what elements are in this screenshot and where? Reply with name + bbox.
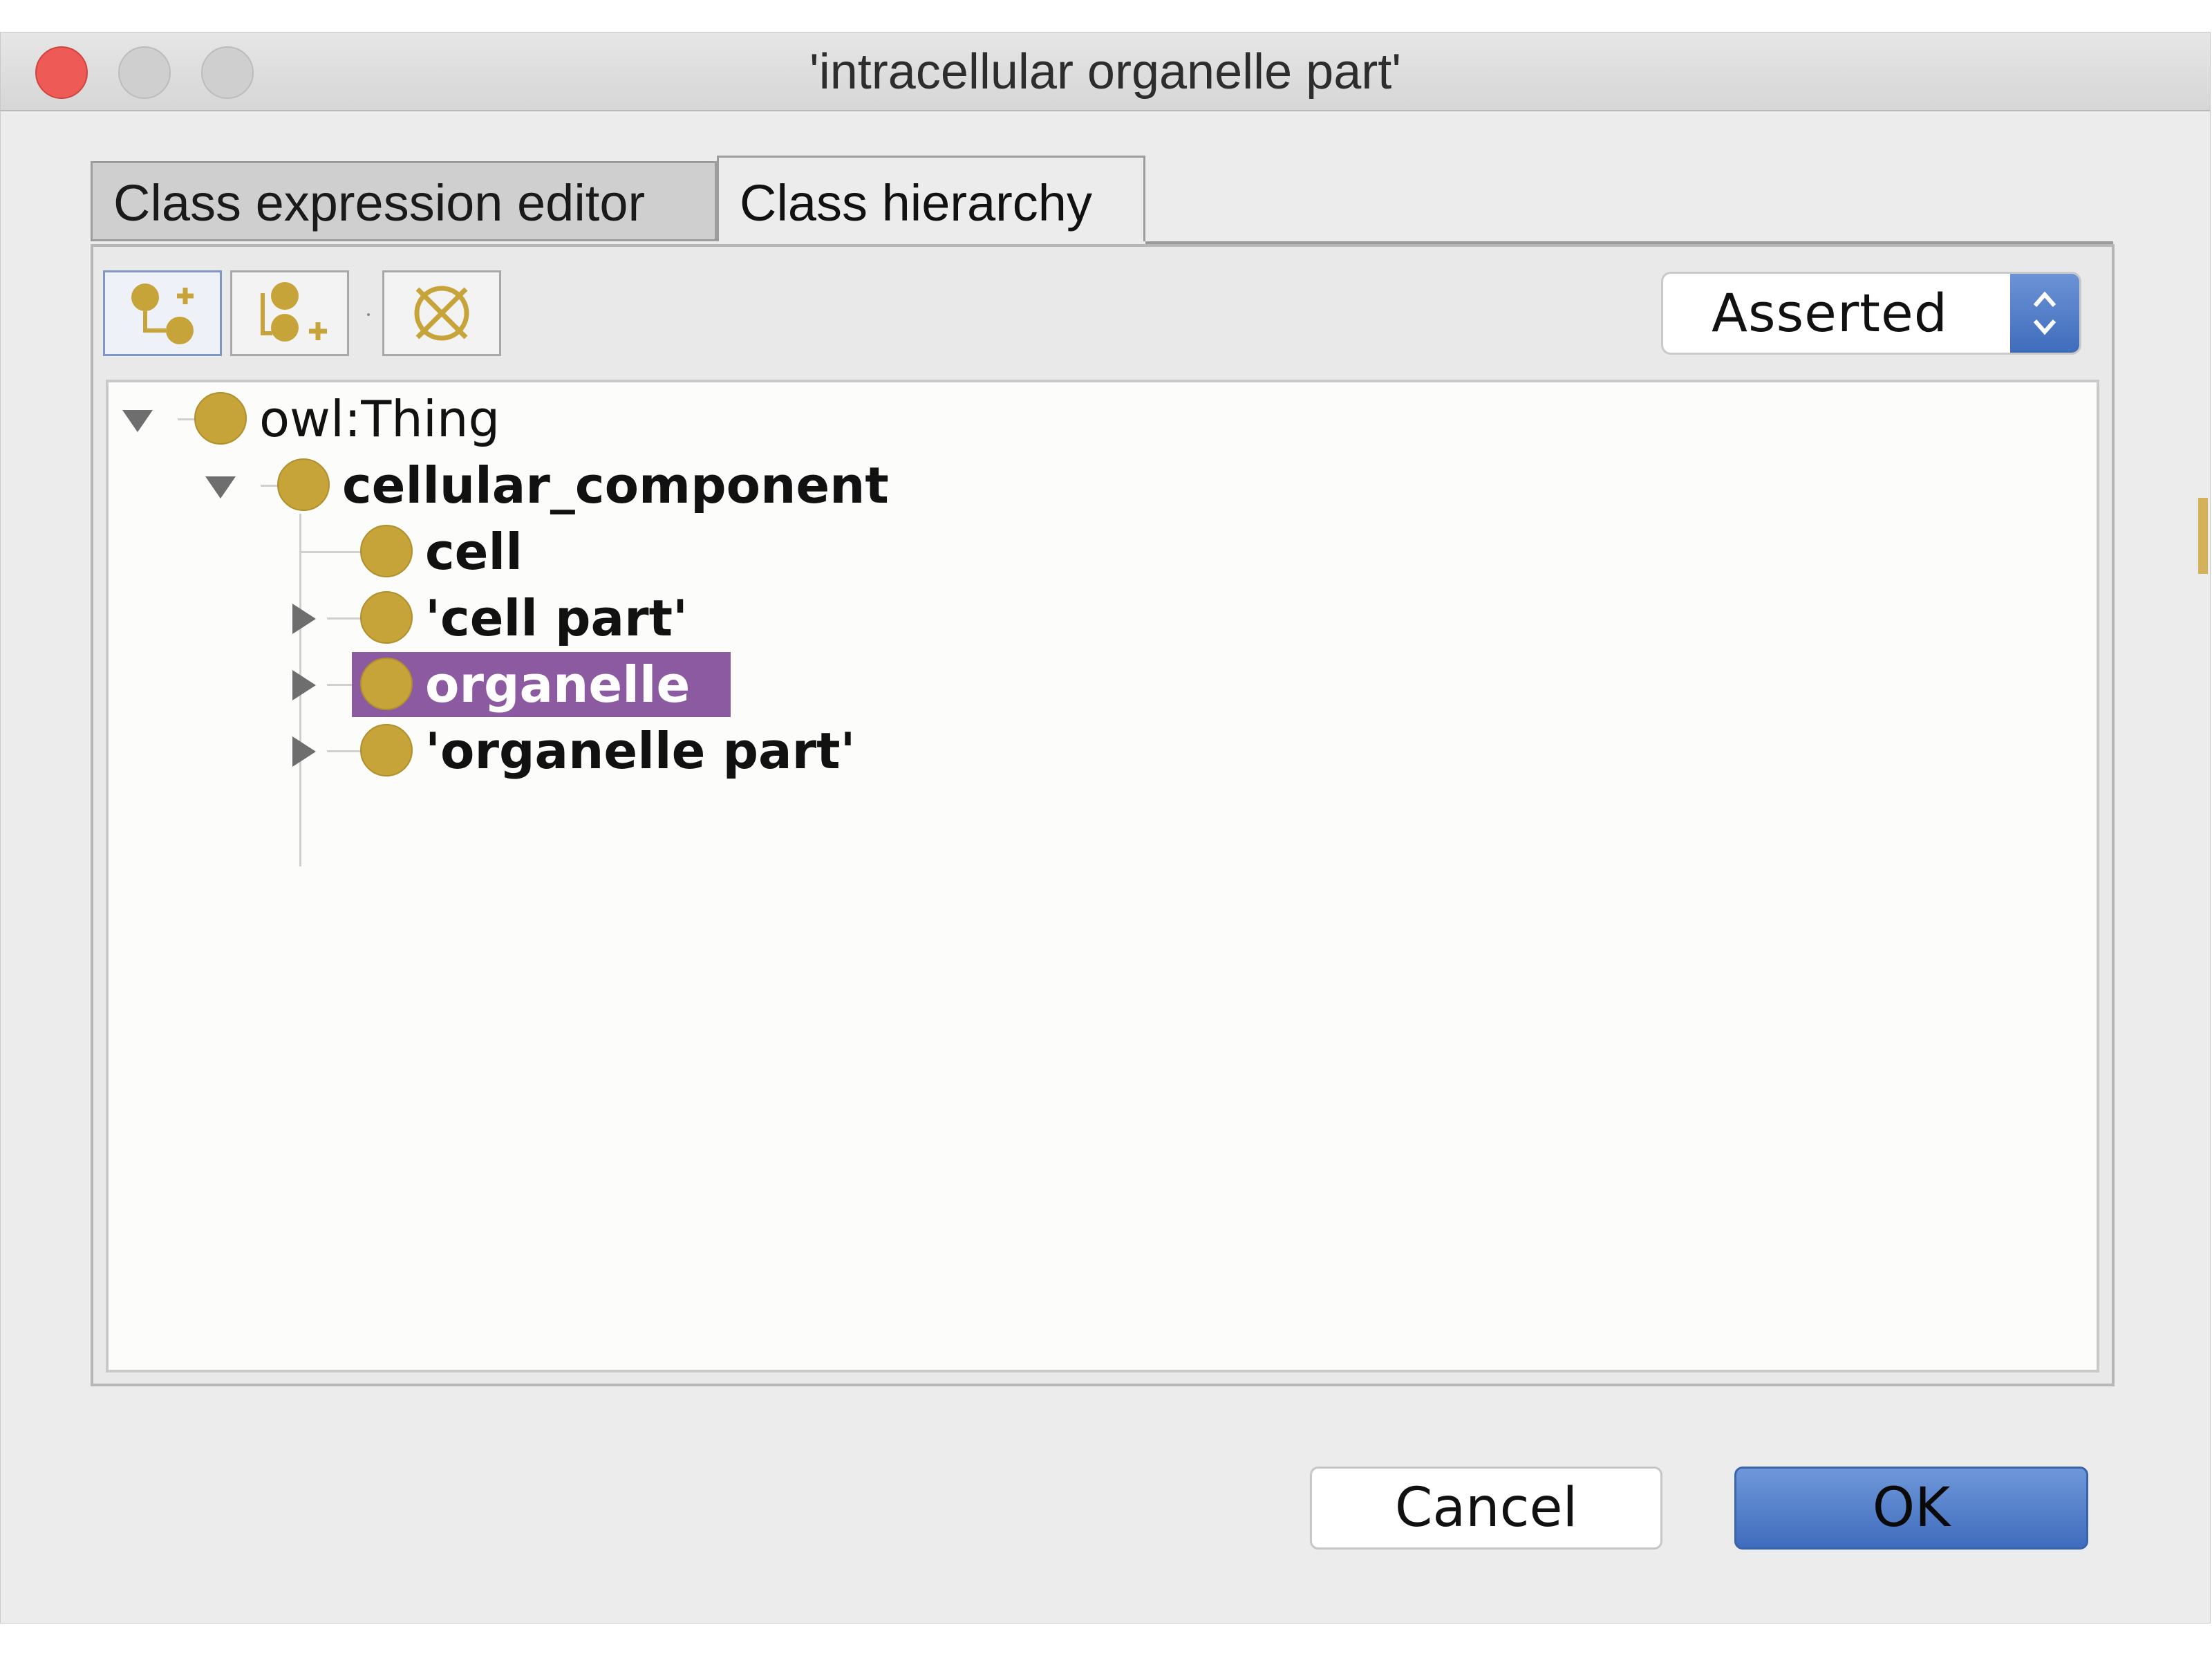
delete-class-icon <box>414 286 469 341</box>
toolbar-separator <box>367 313 370 316</box>
delete-class-button[interactable] <box>382 270 501 356</box>
tab-class-expression-editor[interactable]: Class expression editor <box>91 161 717 241</box>
tree-item-label: cellular_component <box>342 456 889 514</box>
collapsed-triangle-icon[interactable] <box>288 670 319 700</box>
tree-item-organelle-part[interactable]: 'organelle part' <box>288 720 1049 782</box>
collapsed-triangle-icon[interactable] <box>288 604 319 634</box>
title-bar: 'intracellular organelle part' <box>1 32 2210 111</box>
add-sibling-icon <box>261 282 327 342</box>
view-mode-value: Asserted <box>1712 282 1948 344</box>
updown-chevron-icon <box>2010 274 2079 353</box>
dialog-window: 'intracellular organelle part' Class exp… <box>0 32 2211 1624</box>
tree-item-label: 'cell part' <box>425 589 688 647</box>
tree-item-label: organelle <box>425 655 691 714</box>
tree-item-cell-part[interactable]: 'cell part' <box>288 587 910 649</box>
expanded-triangle-icon[interactable] <box>205 471 236 501</box>
class-icon <box>360 658 413 710</box>
tree-item-label: 'organelle part' <box>425 722 856 780</box>
class-tree[interactable]: owl:Thing cellular_component cell 'cell … <box>106 380 2099 1373</box>
add-sibling-button[interactable] <box>230 270 349 356</box>
background-window-edge <box>2198 498 2208 574</box>
tree-item-owl-thing[interactable]: owl:Thing <box>122 388 606 450</box>
class-icon <box>194 392 247 445</box>
add-subclass-button[interactable] <box>103 270 222 356</box>
view-mode-select[interactable]: Asserted <box>1661 272 2081 355</box>
tab-class-hierarchy[interactable]: Class hierarchy <box>717 156 1145 241</box>
class-icon <box>277 458 330 511</box>
expanded-triangle-icon[interactable] <box>122 404 153 435</box>
tree-item-label: owl:Thing <box>259 390 500 448</box>
ok-button[interactable]: OK <box>1734 1467 2088 1550</box>
class-hierarchy-panel: Asserted owl:Thing cellular_component ce… <box>91 244 2115 1386</box>
collapsed-triangle-icon[interactable] <box>288 736 319 767</box>
tree-item-cell[interactable]: cell <box>288 521 772 583</box>
class-icon <box>360 591 413 644</box>
class-icon <box>360 525 413 577</box>
tree-item-label: cell <box>425 523 523 581</box>
add-subclass-icon <box>131 283 194 344</box>
cancel-button[interactable]: Cancel <box>1310 1467 1662 1550</box>
tree-item-organelle[interactable]: organelle <box>288 652 910 717</box>
window-title: 'intracellular organelle part' <box>809 44 1401 100</box>
class-icon <box>360 724 413 776</box>
tree-item-cellular-component[interactable]: cellular_component <box>205 454 1035 517</box>
